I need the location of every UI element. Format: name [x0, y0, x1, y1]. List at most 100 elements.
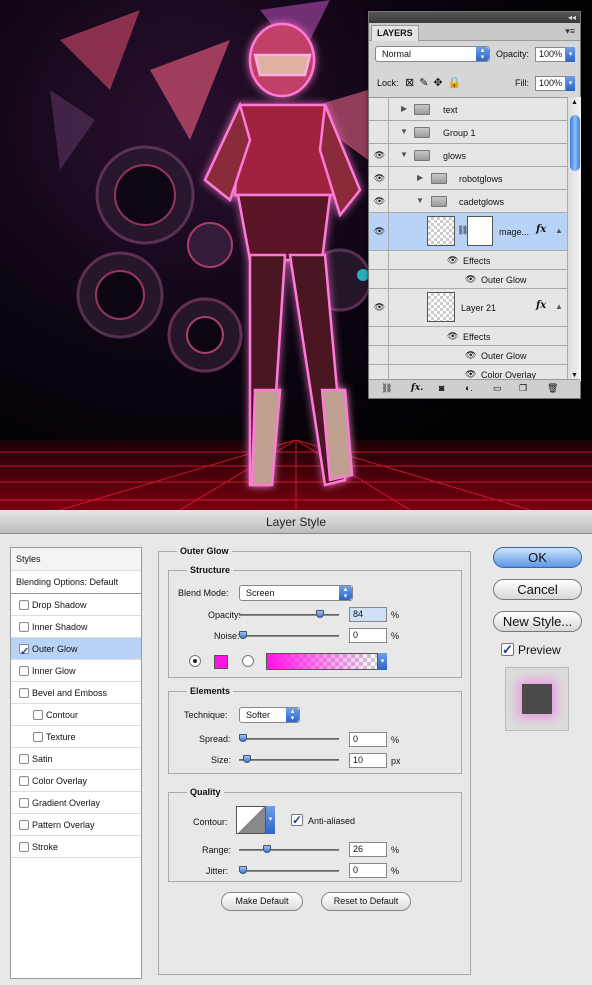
make-default-button[interactable]: Make Default	[221, 892, 303, 911]
gradient-radio[interactable]	[242, 655, 254, 667]
effects-expand-icon[interactable]: ▲	[555, 226, 563, 235]
style-item-inner-shadow[interactable]: Inner Shadow	[11, 616, 141, 638]
trash-icon[interactable]: 🗑	[547, 383, 558, 394]
layers-scrollbar[interactable]: ▲ ▼	[567, 97, 581, 381]
eye-icon[interactable]: 👁	[371, 144, 389, 166]
range-input[interactable]: 26	[349, 842, 387, 857]
eye-icon[interactable]: 👁	[465, 350, 476, 361]
preview-checkbox[interactable]: ✓	[501, 643, 514, 656]
technique-select[interactable]: Softer ▴ ▾	[239, 707, 300, 723]
layer-row-glows[interactable]: 👁 ▼ glows	[369, 144, 567, 167]
eye-icon[interactable]: 👁	[447, 331, 458, 342]
style-item-gradient-overlay[interactable]: Gradient Overlay	[11, 792, 141, 814]
layer-row-layer21[interactable]: 👁 Layer 21 fx ▲	[369, 289, 567, 327]
lock-options-icons[interactable]: ⊠✎✥🔒	[405, 76, 466, 89]
jitter-slider[interactable]	[239, 866, 339, 874]
effects-row[interactable]: 👁 Effects	[369, 251, 567, 270]
opacity-input[interactable]: 100%	[535, 47, 566, 62]
effects-expand-icon[interactable]: ▲	[555, 302, 563, 311]
layer-row-robotglows[interactable]: 👁 ▶ robotglows	[369, 167, 567, 190]
style-checkbox[interactable]	[19, 798, 29, 808]
eye-icon[interactable]: 👁	[465, 274, 476, 285]
effects-row[interactable]: 👁 Effects	[369, 327, 567, 346]
noise-slider[interactable]	[239, 631, 339, 639]
solid-color-radio[interactable]	[189, 655, 201, 667]
glow-blend-mode-select[interactable]: Screen ▴ ▾	[239, 585, 353, 601]
visibility-toggle-empty[interactable]	[371, 98, 389, 120]
eye-icon[interactable]: 👁	[371, 289, 389, 326]
fx-icon[interactable]: fx.	[411, 383, 423, 393]
style-checkbox[interactable]	[19, 666, 29, 676]
glow-gradient-picker[interactable]	[266, 653, 378, 670]
style-item-inner-glow[interactable]: Inner Glow	[11, 660, 141, 682]
ok-button[interactable]: OK	[493, 547, 582, 568]
contour-thumbnail[interactable]	[236, 806, 266, 834]
slider-knob[interactable]	[239, 631, 247, 639]
opacity-input[interactable]: 84	[349, 607, 387, 622]
blending-options-item[interactable]: Blending Options: Default	[11, 571, 141, 594]
layer-row-text[interactable]: ▶ text	[369, 98, 567, 121]
layer-row-mage[interactable]: 👁 ⛓ mage... fx ▲	[369, 213, 567, 251]
style-checkbox[interactable]	[19, 622, 29, 632]
slider-knob[interactable]	[263, 845, 271, 853]
style-checkbox[interactable]	[33, 732, 43, 742]
style-item-drop-shadow[interactable]: Drop Shadow	[11, 594, 141, 616]
new-layer-icon[interactable]: ❐	[519, 383, 527, 394]
scroll-down-icon[interactable]: ▼	[571, 372, 578, 379]
scrollbar-thumb[interactable]	[570, 115, 580, 171]
fx-icon[interactable]: fx	[536, 300, 546, 311]
style-checkbox[interactable]	[19, 754, 29, 764]
spread-input[interactable]: 0	[349, 732, 387, 747]
expand-triangle-icon[interactable]: ▶	[401, 104, 407, 113]
style-checkbox[interactable]	[19, 820, 29, 830]
cancel-button[interactable]: Cancel	[493, 579, 582, 600]
fill-input[interactable]: 100%	[535, 76, 566, 91]
style-item-satin[interactable]: Satin	[11, 748, 141, 770]
adjustment-layer-icon[interactable]: ◐.	[465, 383, 473, 393]
collapse-triangle-icon[interactable]: ▼	[400, 127, 408, 136]
style-checkbox[interactable]	[19, 842, 29, 852]
panel-menu-icon[interactable]: ▾≡	[565, 26, 575, 37]
anti-aliased-checkbox[interactable]: ✓	[291, 814, 303, 826]
style-checkbox[interactable]	[19, 688, 29, 698]
style-checkbox[interactable]	[19, 641, 29, 663]
eye-icon[interactable]: 👁	[447, 255, 458, 266]
spread-slider[interactable]	[239, 734, 339, 742]
effect-row-outer-glow[interactable]: 👁 Outer Glow	[369, 346, 567, 365]
eye-icon[interactable]: 👁	[371, 190, 389, 212]
size-input[interactable]: 10	[349, 753, 387, 768]
style-item-texture[interactable]: Texture	[11, 726, 141, 748]
collapse-icon[interactable]: ◂◂	[568, 12, 576, 23]
style-checkbox[interactable]	[19, 776, 29, 786]
tab-layers[interactable]: LAYERS	[371, 25, 419, 41]
effect-row-outer-glow[interactable]: 👁 Outer Glow	[369, 270, 567, 289]
gradient-dropdown-icon[interactable]: ▾	[378, 653, 387, 670]
style-item-color-overlay[interactable]: Color Overlay	[11, 770, 141, 792]
fill-dropdown-icon[interactable]: ▾	[566, 76, 575, 91]
size-slider[interactable]	[239, 755, 339, 763]
new-group-icon[interactable]: ▭	[493, 383, 502, 394]
collapse-triangle-icon[interactable]: ▼	[416, 196, 424, 205]
jitter-input[interactable]: 0	[349, 863, 387, 878]
reset-to-default-button[interactable]: Reset to Default	[321, 892, 411, 911]
style-item-bevel-and-emboss[interactable]: Bevel and Emboss	[11, 682, 141, 704]
opacity-slider[interactable]	[239, 610, 339, 618]
add-mask-icon[interactable]: ◙	[439, 383, 444, 393]
layer-row-cadetglows[interactable]: 👁 ▼ cadetglows	[369, 190, 567, 213]
opacity-dropdown-icon[interactable]: ▾	[566, 47, 575, 62]
glow-color-swatch[interactable]	[214, 655, 228, 669]
document-canvas[interactable]: ◂◂ LAYERS ▾≡ Normal ▴ ▾ Opacity: 100% ▾ Lo…	[0, 0, 592, 510]
expand-triangle-icon[interactable]: ▶	[417, 173, 423, 182]
eye-icon[interactable]: 👁	[371, 167, 389, 189]
blend-mode-select[interactable]: Normal ▴ ▾	[375, 46, 490, 62]
style-checkbox[interactable]	[19, 600, 29, 610]
slider-knob[interactable]	[316, 610, 324, 618]
collapse-triangle-icon[interactable]: ▼	[400, 150, 408, 159]
panel-title-bar[interactable]: ◂◂	[369, 12, 580, 23]
style-item-contour[interactable]: Contour	[11, 704, 141, 726]
eye-icon[interactable]: 👁	[371, 213, 389, 250]
style-item-pattern-overlay[interactable]: Pattern Overlay	[11, 814, 141, 836]
visibility-toggle-empty[interactable]	[371, 121, 389, 143]
slider-knob[interactable]	[243, 755, 251, 763]
style-checkbox[interactable]	[33, 710, 43, 720]
